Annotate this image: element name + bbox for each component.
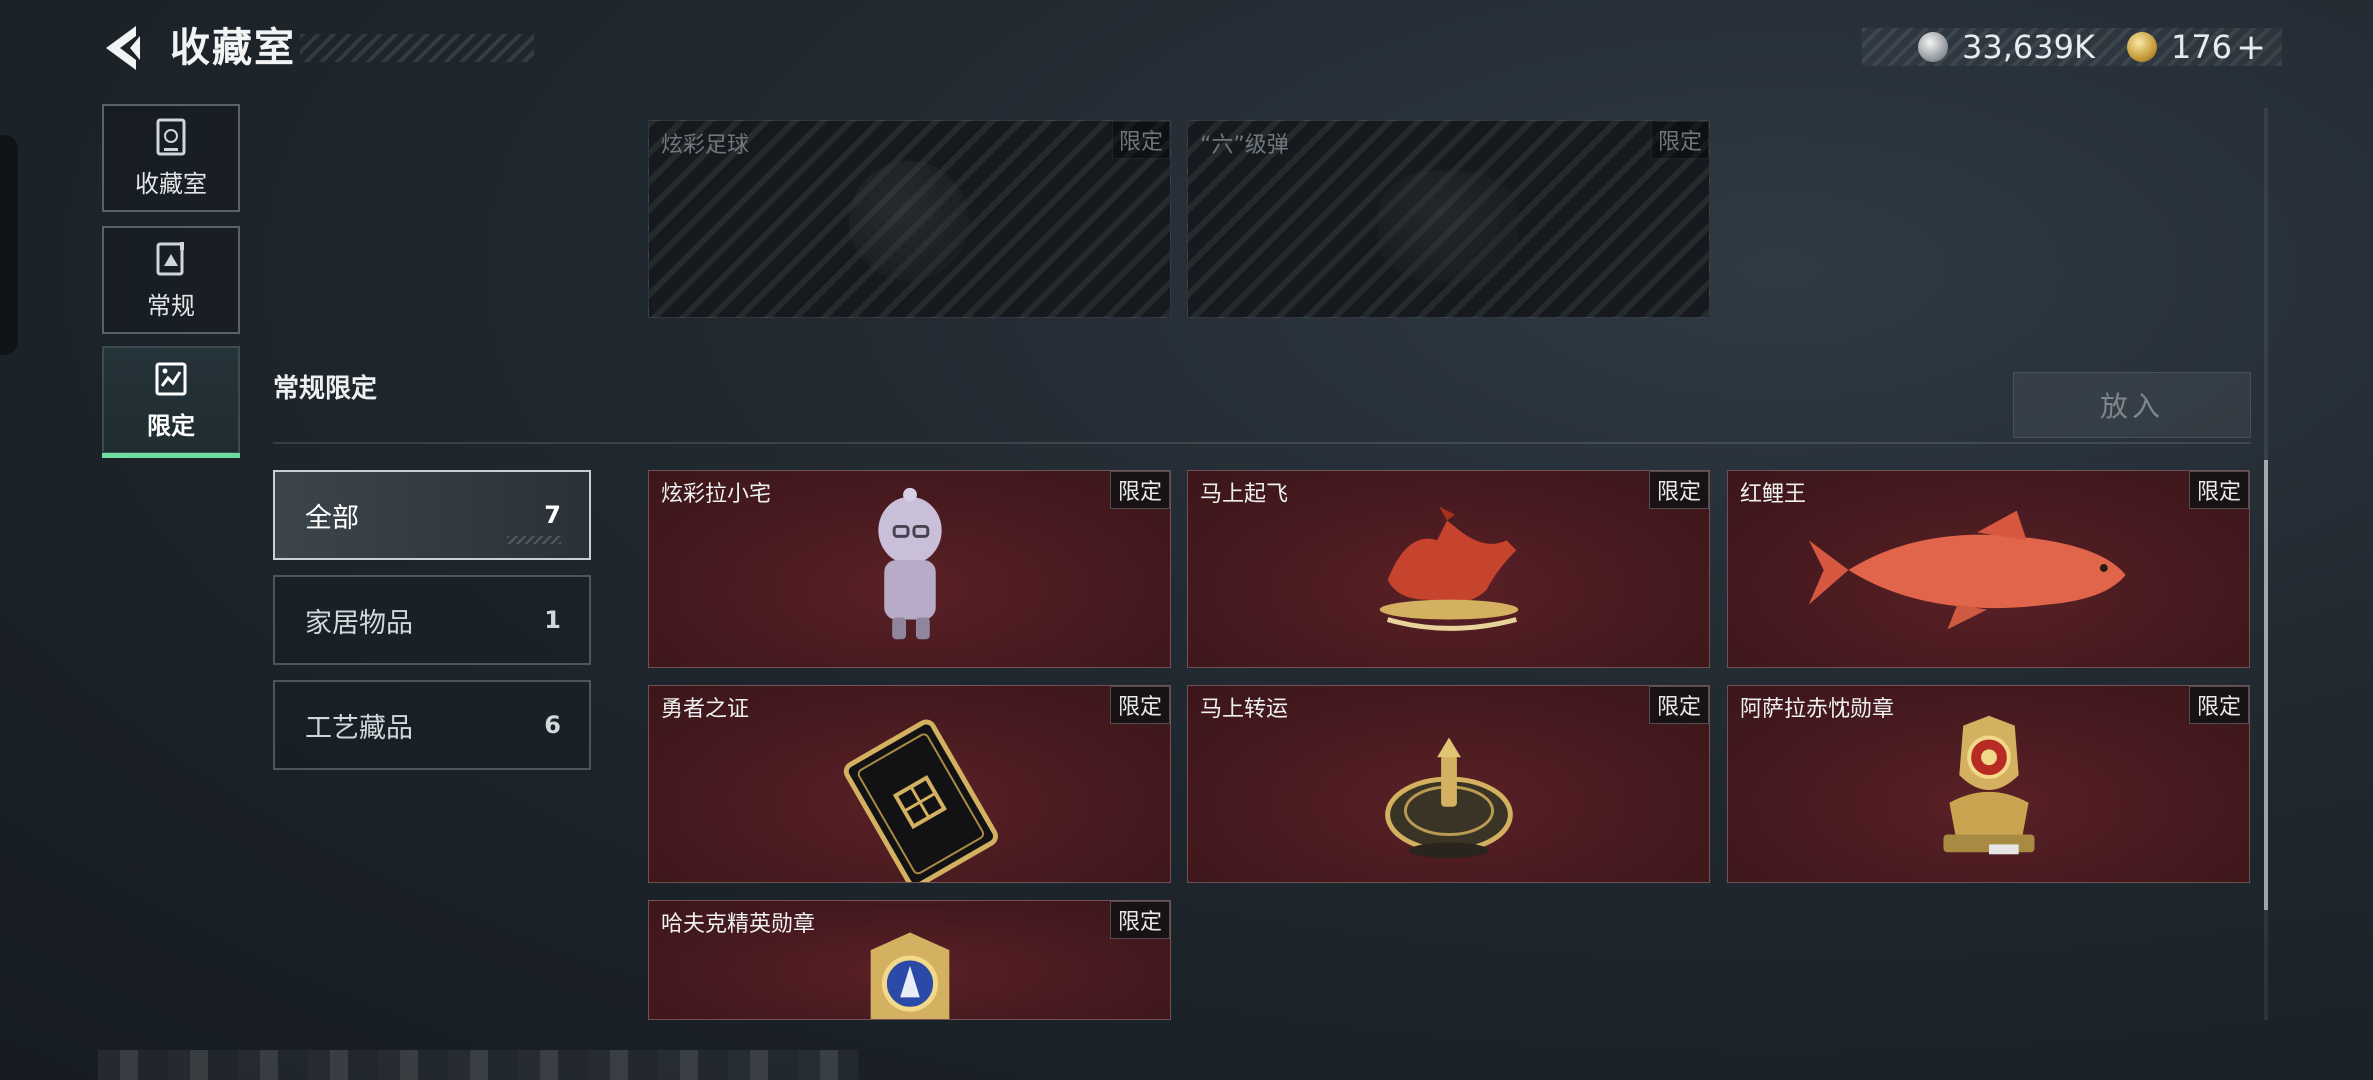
limited-tag: 限定: [1111, 121, 1170, 159]
sidebar-tab-label: 常规: [147, 291, 195, 320]
sidebar-tab-regular[interactable]: 常规: [102, 226, 240, 334]
silver-coin-icon: [1918, 32, 1948, 62]
limited-tag: 限定: [1109, 471, 1170, 509]
filter-label: 家居物品: [305, 607, 413, 639]
back-arrow-icon: [106, 26, 140, 70]
filter-home-items[interactable]: 家居物品 1: [273, 575, 591, 665]
sidebar-tab-limited[interactable]: 限定: [102, 346, 240, 458]
gold-coin-icon: [2126, 32, 2157, 62]
collection-item-card[interactable]: 红鲤王 限定: [1727, 470, 2250, 668]
sidebar-tab-collection-room[interactable]: 收藏室: [102, 104, 240, 212]
silver-coin-amount: 33,639K: [1962, 28, 2095, 66]
item-name: 炫彩足球: [661, 133, 750, 158]
collection-item-card[interactable]: 哈夫克精英勋章 限定: [648, 900, 1171, 1020]
collection-room-icon: [156, 118, 186, 155]
item-name: 马上转运: [1200, 697, 1289, 722]
football-icon: [849, 161, 969, 281]
carp-icon: [1808, 510, 2126, 630]
locked-item-card[interactable]: 炫彩足球 限定: [648, 120, 1171, 318]
item-name: 阿萨拉赤忱勋章: [1740, 697, 1895, 722]
collection-item-card[interactable]: 阿萨拉赤忱勋章 限定: [1727, 685, 2250, 883]
collection-item-card[interactable]: 马上转运 限定: [1187, 685, 1710, 883]
limited-tag: 限定: [1109, 686, 1170, 724]
sidebar-tab-label: 收藏室: [135, 169, 207, 198]
title-decoration: [300, 34, 534, 62]
locked-item-card[interactable]: “六”级弹 限定: [1187, 120, 1710, 318]
sidebar-tab-label: 限定: [147, 411, 195, 440]
add-gold-button[interactable]: +: [2236, 27, 2266, 68]
hand-gesture-icon: [1378, 171, 1518, 281]
page-title: 收藏室: [170, 25, 296, 71]
filter-label: 工艺藏品: [305, 712, 413, 744]
put-in-button[interactable]: 放入: [2013, 372, 2251, 438]
section-title: 常规限定: [273, 374, 378, 404]
filter-count: 7: [544, 501, 561, 529]
limited-tag: 限定: [2188, 471, 2249, 509]
collection-item-card[interactable]: 炫彩拉小宅 限定: [648, 470, 1171, 668]
bottom-blurred-info: [98, 1050, 858, 1080]
back-button[interactable]: [100, 22, 150, 74]
filter-craft-collectibles[interactable]: 工艺藏品 6: [273, 680, 591, 770]
gold-coin-amount: 176: [2170, 28, 2233, 66]
limited-tag: 限定: [1109, 901, 1170, 939]
filter-label: 全部: [305, 502, 359, 534]
limited-icon: [155, 362, 187, 395]
section-divider: [273, 442, 2251, 444]
filter-count: 1: [544, 606, 561, 634]
collection-item-card[interactable]: 勇者之证 限定: [648, 685, 1171, 883]
collection-item-card[interactable]: 马上起飞 限定: [1187, 470, 1710, 668]
item-name: “六”级弹: [1200, 133, 1289, 158]
limited-tag: 限定: [1648, 471, 1709, 509]
filter-count: 6: [544, 711, 561, 739]
item-name: 炫彩拉小宅: [661, 482, 772, 507]
active-filter-mark: [507, 536, 561, 544]
limited-tag: 限定: [1648, 686, 1709, 724]
filter-all[interactable]: 全部 7: [273, 470, 591, 560]
item-name: 红鲤王: [1740, 482, 1807, 507]
currency-bar: 33,639K 176 +: [1862, 27, 2282, 68]
item-name: 勇者之证: [661, 697, 750, 722]
scrollbar-thumb[interactable]: [2264, 460, 2268, 910]
item-name: 马上起飞: [1200, 482, 1289, 507]
limited-tag: 限定: [1650, 121, 1709, 159]
limited-tag: 限定: [2188, 686, 2249, 724]
edge-handle[interactable]: [0, 135, 18, 355]
regular-icon: [156, 241, 184, 275]
item-name: 哈夫克精英勋章: [661, 912, 816, 937]
